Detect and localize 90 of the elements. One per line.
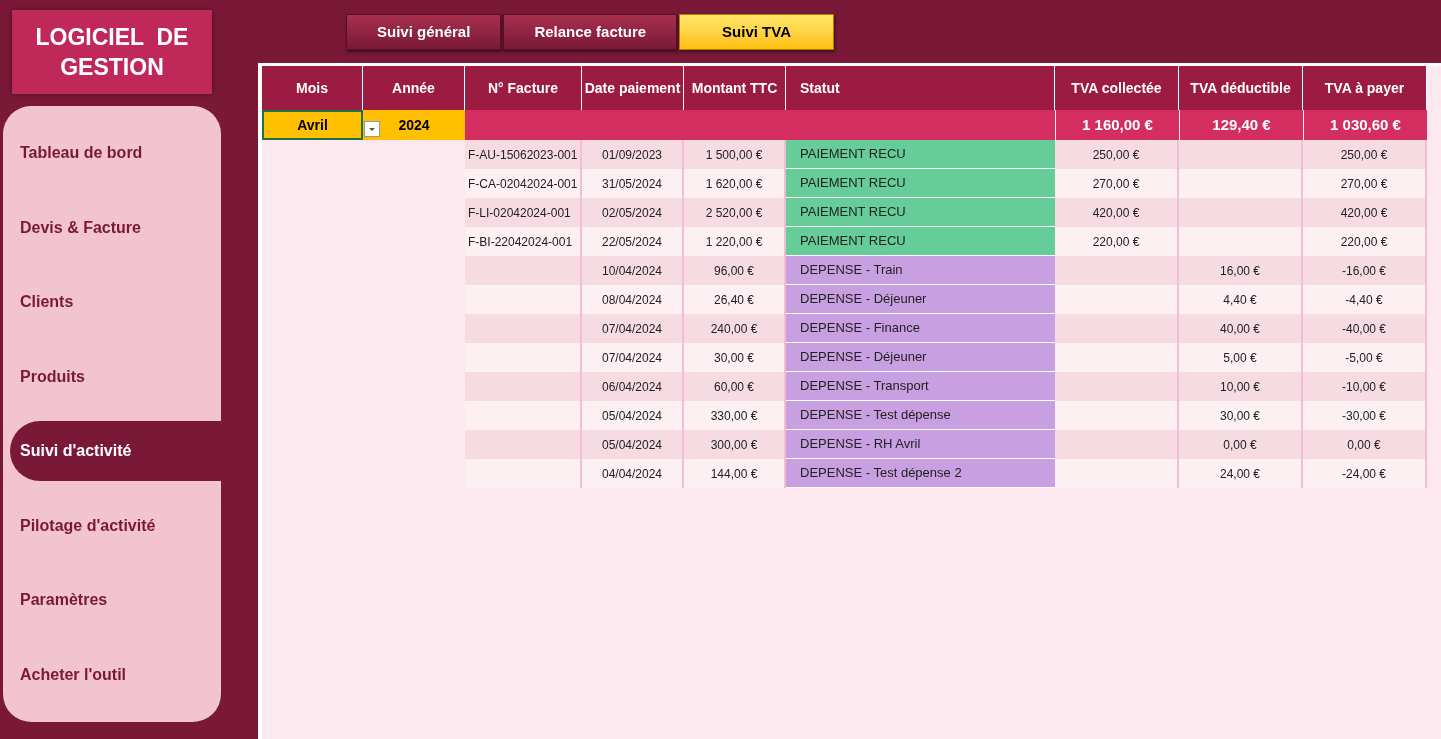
tab[interactable]: Relance facture xyxy=(503,14,678,50)
date-cell: 08/04/2024 xyxy=(582,285,684,314)
vat-payable-cell: 250,00 € xyxy=(1303,140,1427,169)
amount-cell: 1 220,00 € xyxy=(684,227,786,256)
vat-deductible-cell: 30,00 € xyxy=(1179,401,1303,430)
vat-collected-cell: 250,00 € xyxy=(1055,140,1179,169)
vat-payable-cell: -24,00 € xyxy=(1303,459,1427,488)
vat-deductible-cell: 5,00 € xyxy=(1179,343,1303,372)
sidebar-item[interactable]: Suivi d'activité xyxy=(10,421,221,482)
column-header: TVA déductible xyxy=(1179,66,1303,110)
date-cell: 02/05/2024 xyxy=(582,198,684,227)
amount-cell: 26,40 € xyxy=(684,285,786,314)
tab[interactable]: Suivi TVA xyxy=(679,14,834,50)
total-value: 1 160,00 € xyxy=(1055,110,1179,140)
amount-cell: 60,00 € xyxy=(684,372,786,401)
date-cell: 31/05/2024 xyxy=(582,169,684,198)
year-cell: 2024 xyxy=(363,110,465,140)
status-cell: DEPENSE - Transport xyxy=(786,372,1055,401)
vat-payable-cell: -4,40 € xyxy=(1303,285,1427,314)
status-cell: DEPENSE - Déjeuner xyxy=(786,343,1055,372)
vat-collected-cell: 420,00 € xyxy=(1055,198,1179,227)
date-cell: 07/04/2024 xyxy=(582,343,684,372)
logo-title: LOGICIEL DE GESTION xyxy=(12,10,212,94)
status-cell: DEPENSE - RH Avril xyxy=(786,430,1055,459)
amount-cell: 96,00 € xyxy=(684,256,786,285)
column-header: Date paiement xyxy=(582,66,684,110)
sidebar-item[interactable]: Acheter l'outil xyxy=(10,644,221,705)
invoice-cell: F-AU-15062023-001 xyxy=(465,140,582,169)
amount-cell: 330,00 € xyxy=(684,401,786,430)
amount-cell: 240,00 € xyxy=(684,314,786,343)
vat-payable-cell: 270,00 € xyxy=(1303,169,1427,198)
status-cell: DEPENSE - Déjeuner xyxy=(786,285,1055,314)
column-header: Montant TTC xyxy=(684,66,786,110)
status-cell: DEPENSE - Finance xyxy=(786,314,1055,343)
status-cell: PAIEMENT RECU xyxy=(786,169,1055,198)
vat-deductible-cell: 0,00 € xyxy=(1179,430,1303,459)
status-cell: PAIEMENT RECU xyxy=(786,140,1055,169)
vat-deductible-cell: 24,00 € xyxy=(1179,459,1303,488)
amount-cell: 30,00 € xyxy=(684,343,786,372)
amount-cell: 300,00 € xyxy=(684,430,786,459)
date-cell: 05/04/2024 xyxy=(582,430,684,459)
vat-deductible-cell: 40,00 € xyxy=(1179,314,1303,343)
date-cell: 04/04/2024 xyxy=(582,459,684,488)
vat-collected-cell: 270,00 € xyxy=(1055,169,1179,198)
tab[interactable]: Suivi général xyxy=(346,14,502,50)
column-header: Statut xyxy=(786,66,1055,110)
sidebar-item[interactable]: Clients xyxy=(10,272,221,333)
invoice-cell: F-BI-22042024-001 xyxy=(465,227,582,256)
amount-cell: 144,00 € xyxy=(684,459,786,488)
sidebar-item[interactable]: Devis & Facture xyxy=(10,197,221,258)
status-cell: DEPENSE - Test dépense xyxy=(786,401,1055,430)
date-cell: 01/09/2023 xyxy=(582,140,684,169)
column-header: Année xyxy=(363,66,465,110)
invoice-cell: F-CA-02042024-001 xyxy=(465,169,582,198)
vat-payable-cell: -10,00 € xyxy=(1303,372,1427,401)
amount-cell: 1 620,00 € xyxy=(684,169,786,198)
vat-payable-cell: -30,00 € xyxy=(1303,401,1427,430)
amount-cell: 1 500,00 € xyxy=(684,140,786,169)
vat-payable-cell: -40,00 € xyxy=(1303,314,1427,343)
sidebar-item[interactable]: Produits xyxy=(10,346,221,407)
status-cell: DEPENSE - Test dépense 2 xyxy=(786,459,1055,488)
column-header: Mois xyxy=(262,66,363,110)
vat-deductible-cell: 10,00 € xyxy=(1179,372,1303,401)
column-header: TVA à payer xyxy=(1303,66,1427,110)
amount-cell: 2 520,00 € xyxy=(684,198,786,227)
month-field[interactable]: Avril xyxy=(262,110,363,140)
vat-payable-cell: -5,00 € xyxy=(1303,343,1427,372)
sidebar-item[interactable]: Tableau de bord xyxy=(10,123,221,184)
date-cell: 10/04/2024 xyxy=(582,256,684,285)
date-cell: 07/04/2024 xyxy=(582,314,684,343)
sidebar-item[interactable]: Paramètres xyxy=(10,570,221,631)
vat-deductible-cell: 16,00 € xyxy=(1179,256,1303,285)
date-cell: 05/04/2024 xyxy=(582,401,684,430)
vat-deductible-cell: 4,40 € xyxy=(1179,285,1303,314)
vat-payable-cell: 0,00 € xyxy=(1303,430,1427,459)
total-value: 1 030,60 € xyxy=(1303,110,1427,140)
date-cell: 22/05/2024 xyxy=(582,227,684,256)
vat-payable-cell: -16,00 € xyxy=(1303,256,1427,285)
vat-payable-cell: 220,00 € xyxy=(1303,227,1427,256)
sidebar-item[interactable]: Pilotage d'activité xyxy=(10,495,221,556)
status-cell: PAIEMENT RECU xyxy=(786,198,1055,227)
total-value: 129,40 € xyxy=(1179,110,1303,140)
invoice-cell: F-LI-02042024-001 xyxy=(465,198,582,227)
column-header: N° Facture xyxy=(465,66,582,110)
vat-payable-cell: 420,00 € xyxy=(1303,198,1427,227)
column-header: TVA collectée xyxy=(1055,66,1179,110)
vat-collected-cell: 220,00 € xyxy=(1055,227,1179,256)
date-cell: 06/04/2024 xyxy=(582,372,684,401)
status-cell: PAIEMENT RECU xyxy=(786,227,1055,256)
status-cell: DEPENSE - Train xyxy=(786,256,1055,285)
